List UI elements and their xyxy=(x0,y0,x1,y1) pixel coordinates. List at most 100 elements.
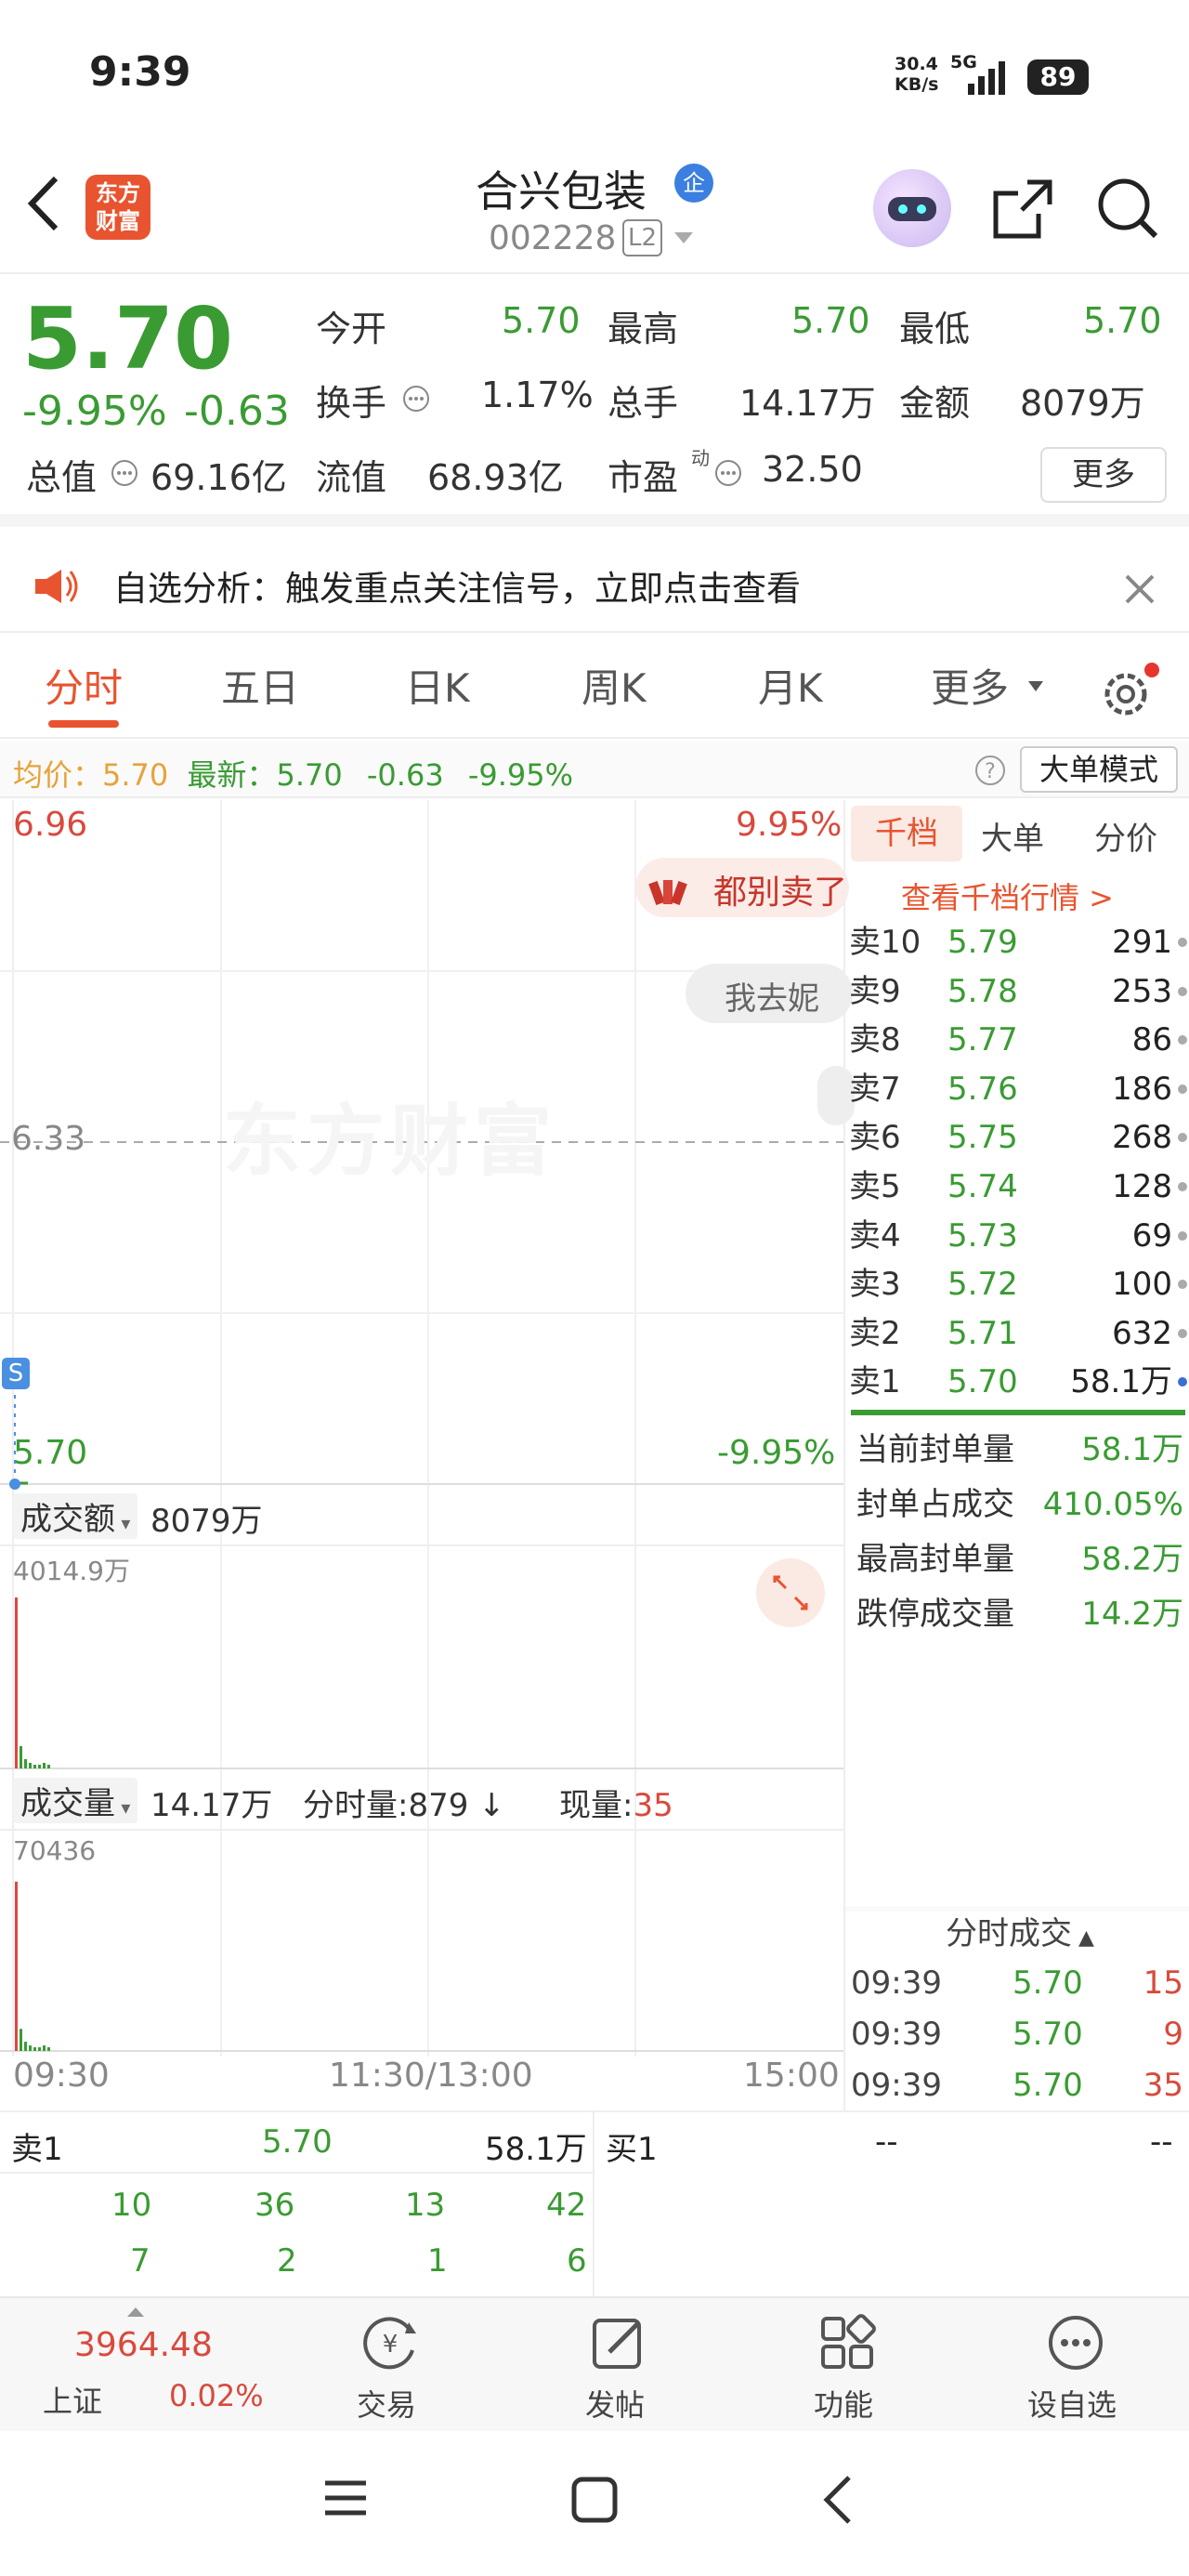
tab-thousand-level[interactable]: 千档 xyxy=(851,806,962,861)
svg-text:?: ? xyxy=(985,760,996,783)
amount-selector[interactable]: 成交额 ▾ xyxy=(13,1493,138,1539)
tab-price-distribution[interactable]: 分价 xyxy=(1094,813,1157,859)
tab-more[interactable]: 更多 xyxy=(931,657,1009,714)
bar xyxy=(33,1765,36,1768)
ask-level: 卖9 xyxy=(849,972,901,1010)
limit-stat-row: 最高封单量 58.2万 xyxy=(845,1536,1189,1583)
comment-bubble[interactable]: 我去妮 xyxy=(686,964,853,1023)
ask-row: 卖10 5.79 291 xyxy=(845,919,1189,966)
ask-row: 卖3 5.72 100 xyxy=(845,1261,1189,1308)
stat-value: 14.2万 xyxy=(1081,1596,1183,1633)
order-dot xyxy=(1178,1035,1187,1045)
battery-icon: 89 xyxy=(1027,59,1089,95)
info-icon[interactable] xyxy=(110,458,139,492)
add-watchlist-button[interactable]: 设自选 xyxy=(1011,2298,1141,2433)
tab-intraday[interactable]: 分时 xyxy=(45,657,123,714)
tab-five-day[interactable]: 五日 xyxy=(221,657,299,714)
ask-divider xyxy=(851,1410,1185,1415)
stock-name: 合兴包装 xyxy=(476,166,647,217)
bar xyxy=(47,2047,50,2051)
queue-cell: 10 xyxy=(111,2187,152,2224)
trade-time: 09:39 xyxy=(851,1965,942,2002)
ask-row: 卖8 5.77 86 xyxy=(845,1017,1189,1063)
settings-icon[interactable] xyxy=(1098,661,1163,726)
market-cap-value: 69.16亿 xyxy=(150,457,287,498)
function-button[interactable]: 功能 xyxy=(791,2298,903,2433)
pe-value: 32.50 xyxy=(762,449,863,490)
info-icon[interactable] xyxy=(401,384,431,417)
share-icon[interactable] xyxy=(990,177,1055,245)
tab-month-k[interactable]: 月K xyxy=(758,657,823,714)
trades-title[interactable]: 分时成交 ▲ xyxy=(946,1908,1094,1953)
comment-bubble[interactable]: 都别卖了 xyxy=(635,858,849,917)
ask-price: 5.78 xyxy=(947,972,1018,1010)
ask-level: 卖10 xyxy=(849,924,921,961)
trade-volume: 15 xyxy=(1143,1965,1183,2002)
dropdown-icon[interactable] xyxy=(673,230,695,251)
close-icon[interactable] xyxy=(1124,573,1156,609)
tab-day-k[interactable]: 日K xyxy=(405,657,470,714)
ask-volume: 86 xyxy=(1131,1021,1172,1059)
bar xyxy=(20,1746,22,1768)
status-time: 9:39 xyxy=(89,48,191,96)
amount-bars xyxy=(15,1597,50,1768)
intraday-chart[interactable]: 东方财富 6.96 9.95% 6.33 5.70 -9.95% 都别卖了 我去… xyxy=(0,800,855,2110)
search-icon[interactable] xyxy=(1094,175,1161,245)
ask-price: 5.73 xyxy=(947,1216,1018,1255)
bar xyxy=(47,1765,50,1768)
ask-volume: 268 xyxy=(1112,1119,1172,1157)
ask-level: 卖7 xyxy=(849,1070,901,1108)
status-bar: 9:39 30.4 KB/s 5G 89 xyxy=(0,0,1189,149)
ask-volume: 69 xyxy=(1131,1216,1172,1255)
ask-level: 卖5 xyxy=(849,1168,901,1205)
index-ticker[interactable]: 3964.48 上证 0.02% xyxy=(0,2298,269,2433)
post-button[interactable]: 发帖 xyxy=(563,2298,674,2433)
queue-cell: 42 xyxy=(546,2187,587,2224)
home-icon[interactable] xyxy=(570,2476,619,2528)
more-button[interactable]: 更多 xyxy=(1040,447,1167,503)
big-order-mode-button[interactable]: 大单模式 xyxy=(1020,746,1178,793)
sell-marker[interactable]: S xyxy=(2,1358,30,1389)
back-nav-icon[interactable] xyxy=(821,2474,855,2530)
bar xyxy=(43,1763,46,1768)
ask1-label: 卖1 xyxy=(11,2131,63,2168)
order-book-panel: 千档 大单 分价 查看千档行情 > 卖10 5.79 291 卖9 5.78 253 卖8 5… xyxy=(843,800,1189,2110)
robot-assistant-icon[interactable] xyxy=(873,169,951,247)
notice-text: 自选分析：触发重点关注信号，立即点击查看 xyxy=(113,569,801,609)
turnover-label: 换手 xyxy=(316,383,387,424)
stat-label: 最高封单量 xyxy=(856,1541,1014,1578)
volume-label: 总手 xyxy=(608,383,679,424)
time-mid: 11:30/13:00 xyxy=(329,2057,533,2095)
market-cap-label: 总值 xyxy=(26,457,98,498)
trade-row: 09:39 5.70 15 xyxy=(845,1960,1189,2006)
stat-value: 58.1万 xyxy=(1081,1431,1183,1468)
bar xyxy=(24,2042,27,2051)
ask-row: 卖4 5.73 69 xyxy=(845,1213,1189,1259)
tab-week-k[interactable]: 周K xyxy=(581,657,647,714)
volume-total: 14.17万 xyxy=(150,1787,273,1824)
bar xyxy=(29,2045,32,2051)
help-icon[interactable]: ? xyxy=(973,754,1007,791)
trade-button[interactable]: ¥ 交易 xyxy=(334,2298,446,2433)
app-logo[interactable]: 东方 财富 xyxy=(85,175,150,240)
queue-cell: 6 xyxy=(567,2242,587,2280)
volume-selector[interactable]: 成交量 ▾ xyxy=(13,1778,138,1823)
ask-level: 卖4 xyxy=(849,1216,901,1255)
view-depth-link[interactable]: 查看千档行情 > xyxy=(901,874,1114,917)
order-dot xyxy=(1178,938,1187,947)
tab-big-order[interactable]: 大单 xyxy=(981,813,1044,859)
info-icon[interactable] xyxy=(713,458,743,492)
ask-volume: 100 xyxy=(1112,1266,1172,1304)
bar xyxy=(38,1765,41,1768)
order-dot xyxy=(1178,1230,1187,1241)
level-badge[interactable]: L2 xyxy=(622,219,663,256)
menu-icon[interactable] xyxy=(323,2477,368,2522)
ask1-volume: 58.1万 xyxy=(485,2131,587,2168)
queue-cell: 1 xyxy=(427,2242,448,2280)
stat-label: 封单占成交 xyxy=(856,1486,1014,1523)
bottom-toolbar: 3964.48 上证 0.02% ¥ 交易 发帖 功能 设自选 xyxy=(0,2296,1189,2431)
float-cap-value: 68.93亿 xyxy=(427,457,564,498)
speaker-icon xyxy=(32,566,84,611)
back-icon[interactable] xyxy=(22,171,67,240)
notice-bar[interactable]: 自选分析：触发重点关注信号，立即点击查看 xyxy=(0,540,1189,633)
